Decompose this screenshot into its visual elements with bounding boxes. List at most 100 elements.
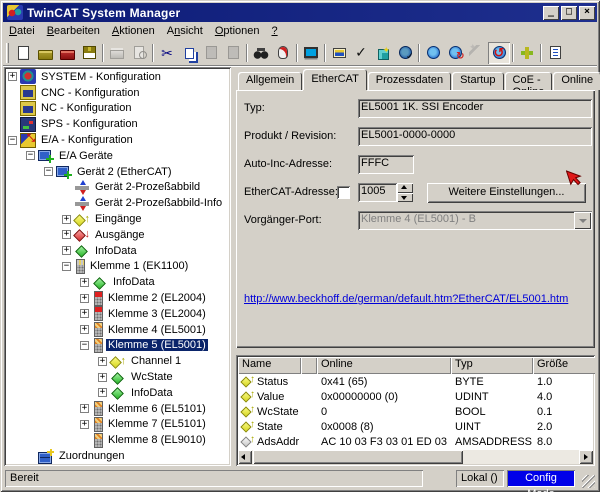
close-button[interactable]: × [579,6,595,20]
tree-item-label[interactable]: Klemme 6 (EL5101) [106,403,208,415]
tree-item-label[interactable]: NC - Konfiguration [39,102,134,114]
expand-icon[interactable]: + [80,404,89,413]
column-header-name[interactable]: Name [238,357,301,374]
tree-item-klemme-8-el9010[interactable]: Klemme 8 (EL9010) [4,432,231,448]
tree-item-label[interactable]: Gerät 2-Prozeßabbild [93,181,202,193]
tree-item-label[interactable]: InfoData [93,245,139,257]
horizontal-scrollbar[interactable] [238,450,593,464]
expand-icon[interactable]: + [80,325,89,334]
tree-item-label[interactable]: Ausgänge [93,229,147,241]
table-row-state[interactable]: State0x0008 (8)UINT2.0 [238,419,593,434]
expand-icon[interactable]: + [62,246,71,255]
tree-item-wcstate[interactable]: +WcState [4,369,231,385]
tree-item-label[interactable]: SPS - Konfiguration [39,118,140,130]
ethercat-adresse-spinner[interactable] [397,183,413,202]
tab-ethercat[interactable]: EtherCAT [303,69,366,90]
column-header-typ[interactable]: Typ [451,357,533,374]
properties-list-button[interactable] [544,42,566,64]
table-row-wcstate[interactable]: WcState0BOOL0.1 [238,404,593,419]
tab-online[interactable]: Online [553,72,600,90]
tree-item-ger-t-2-proze-abbild[interactable]: Gerät 2-Prozeßabbild [4,180,231,196]
minimize-button[interactable]: _ [543,6,559,20]
tab-startup[interactable]: Startup [452,72,503,90]
tree-item-e-a-ger-te[interactable]: − E/A Geräte [4,148,231,164]
activate-configuration-button[interactable] [422,42,444,64]
tab-prozessdaten[interactable]: Prozessdaten [368,72,451,90]
scrollbar-track[interactable] [463,450,579,464]
collapse-icon[interactable]: − [8,136,17,145]
tree-item-klemme-5-el5001[interactable]: −Klemme 5 (EL5001) [4,338,231,354]
expand-icon[interactable]: + [98,357,107,366]
resize-grip[interactable] [582,475,595,488]
tree-item-ausg-nge[interactable]: +Ausgänge [4,227,231,243]
menu-ansicht[interactable]: Ansicht [161,23,209,39]
scrollbar-thumb[interactable] [253,450,463,464]
scan-devices-button[interactable] [328,42,350,64]
tab-allgemein[interactable]: Allgemein [238,72,302,90]
tree-item-channel-1[interactable]: + Channel 1 [4,353,231,369]
column-header-online[interactable]: Online [317,357,451,374]
tree-item-label[interactable]: Gerät 2-Prozeßabbild-Info [93,197,224,209]
collapse-icon[interactable]: − [80,341,89,350]
tree-item-e-a-konfiguration[interactable]: − E/A - Konfiguration [4,132,231,148]
tree-item-ger-t-2-proze-abbild-info[interactable]: Gerät 2-Prozeßabbild-Info [4,195,231,211]
column-header-gr-e[interactable]: Größe [533,357,595,374]
toggle-config-mode-button[interactable] [488,42,510,64]
tree-item-label[interactable]: Klemme 2 (EL2004) [106,292,208,304]
tree-item-label[interactable]: Klemme 3 (EL2004) [106,308,208,320]
tree-item-label[interactable]: Klemme 7 (EL5101) [106,418,208,430]
tree-item-infodata[interactable]: +InfoData [4,274,231,290]
maximize-button[interactable]: □ [561,6,577,20]
tree-item-label[interactable]: Gerät 2 (EtherCAT) [75,166,174,178]
tree-item-label[interactable]: SYSTEM - Konfiguration [39,71,163,83]
expand-icon[interactable]: + [8,72,17,81]
tree-item-system-konfiguration[interactable]: + SYSTEM - Konfiguration [4,69,231,85]
expand-icon[interactable]: + [62,215,71,224]
new-file-button[interactable] [12,42,34,64]
column-header-blank[interactable] [301,357,317,374]
collapse-icon[interactable]: − [62,262,71,271]
ethercat-adresse-checkbox[interactable] [337,186,350,199]
tree-item-label[interactable]: CNC - Konfiguration [39,87,141,99]
cut-button[interactable] [156,42,178,64]
expand-icon[interactable]: + [80,309,89,318]
weitere-einstellungen-button[interactable]: Weitere Einstellungen... [427,183,586,203]
tree-item-label[interactable]: Channel 1 [129,355,183,367]
expand-icon[interactable]: + [98,388,107,397]
table-row-adsaddr[interactable]: AdsAddrAC 10 03 F3 03 01 ED 03AMSADDRESS… [238,434,593,449]
check-config-online-button[interactable] [394,42,416,64]
find-button[interactable] [250,42,272,64]
tab-coe-online[interactable]: CoE - Online [505,72,553,90]
tree-item-klemme-6-el5101[interactable]: + Klemme 6 (EL5101) [4,401,231,417]
tree-item-zuordnungen[interactable]: Zuordnungen [4,448,231,464]
tree-item-klemme-7-el5101[interactable]: + Klemme 7 (EL5101) [4,417,231,433]
choose-target-system-button[interactable] [300,42,322,64]
spinner-down-icon[interactable] [397,193,413,203]
generate-mappings-button[interactable] [372,42,394,64]
ethercat-adresse-field[interactable]: 1005 [358,183,397,202]
tree-item-eing-nge[interactable]: + Eingänge [4,211,231,227]
tree-item-klemme-1-ek1100[interactable]: −Klemme 1 (EK1100) [4,259,231,275]
expand-icon[interactable]: + [98,373,107,382]
check-configuration-button[interactable] [350,42,372,64]
add-item-button[interactable] [516,42,538,64]
tree-item-klemme-3-el2004[interactable]: + Klemme 3 (EL2004) [4,306,231,322]
menu-aktionen[interactable]: Aktionen [106,23,161,39]
spinner-up-icon[interactable] [397,183,413,193]
expand-icon[interactable]: + [80,420,89,429]
restart-system-button[interactable] [444,42,466,64]
tree-item-klemme-2-el2004[interactable]: + Klemme 2 (EL2004) [4,290,231,306]
expand-icon[interactable]: + [80,278,89,287]
tree-item-label[interactable]: Eingänge [93,213,144,225]
menu-?[interactable]: ? [266,23,284,39]
device-documentation-link[interactable]: http://www.beckhoff.de/german/default.ht… [244,293,568,305]
tree-item-label[interactable]: E/A Geräte [57,150,115,162]
expand-icon[interactable]: + [80,294,89,303]
copy-button[interactable] [178,42,200,64]
collapse-icon[interactable]: − [26,151,35,160]
menu-optionen[interactable]: Optionen [209,23,266,39]
scroll-left-icon[interactable] [238,450,252,464]
tree-item-label[interactable]: E/A - Konfiguration [39,134,135,146]
tree-item-label[interactable]: Klemme 4 (EL5001) [106,324,208,336]
tree-item-nc-konfiguration[interactable]: NC - Konfiguration [4,101,231,117]
